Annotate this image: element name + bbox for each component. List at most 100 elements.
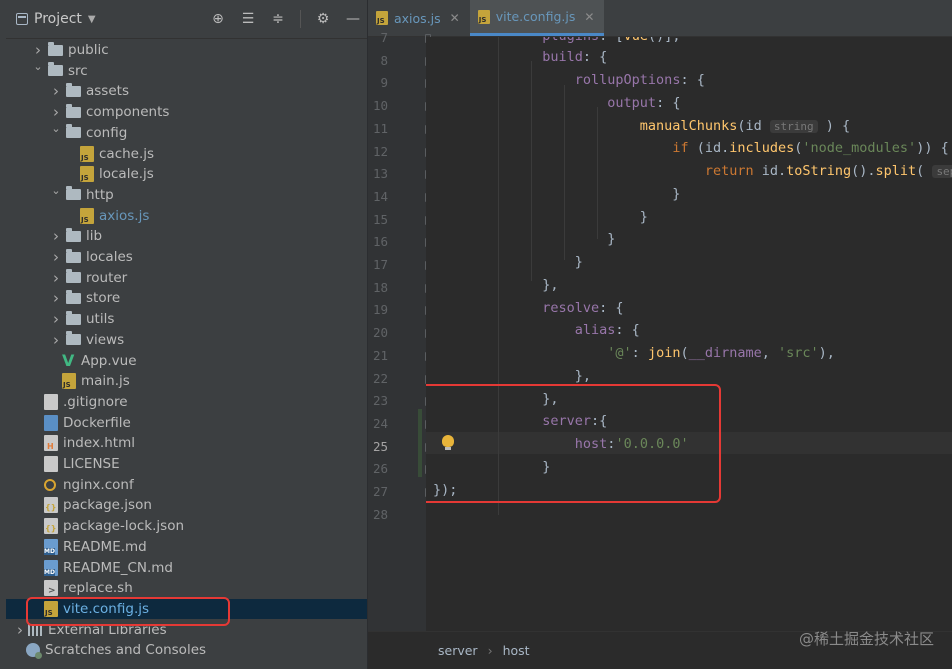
hide-pane-icon[interactable]: — <box>345 11 361 27</box>
watermark-text: @稀土掘金技术社区 <box>798 630 934 648</box>
chevron-right-icon[interactable]: › <box>50 103 62 121</box>
chevron-down-icon[interactable]: ⌄ <box>50 184 62 197</box>
tree-item[interactable]: › assets <box>6 81 367 101</box>
folder-icon <box>66 269 81 284</box>
tree-item-label: package.json <box>63 497 152 514</box>
tree-item-label: main.js <box>81 373 130 390</box>
tree-item[interactable]: › External Libraries <box>6 620 367 640</box>
tree-item[interactable]: › views <box>6 330 367 350</box>
tree-item-label: views <box>86 331 125 348</box>
tree-item-label: README_CN.md <box>63 559 174 576</box>
tree-item[interactable]: › public <box>6 40 367 60</box>
line-number: 27 <box>372 484 388 499</box>
line-number: 16 <box>372 234 388 250</box>
folder-icon <box>66 248 81 263</box>
breadcrumb-item-host[interactable]: host <box>503 643 530 658</box>
tree-item[interactable]: axios.js <box>6 206 367 226</box>
tree-item[interactable]: › lib <box>6 226 367 246</box>
scratches-icon <box>26 643 42 660</box>
chevron-right-icon[interactable]: › <box>50 310 62 328</box>
chevron-right-icon[interactable]: › <box>50 269 62 287</box>
tree-item-label: src <box>68 62 88 79</box>
tree-item-label: http <box>86 186 114 203</box>
tree-item[interactable]: replace.sh <box>6 578 367 598</box>
chevron-right-icon: › <box>487 643 493 658</box>
library-icon <box>28 623 44 636</box>
tree-item[interactable]: cache.js <box>6 144 367 164</box>
tree-item[interactable]: › store <box>6 288 367 308</box>
chevron-right-icon[interactable]: › <box>32 41 44 59</box>
line-number: 19 <box>372 302 388 318</box>
code-line-21: '@': join(__dirname, 'src'), <box>607 345 835 361</box>
text-file-icon <box>44 456 58 472</box>
tree-item[interactable]: README.md <box>6 537 367 557</box>
chevron-right-icon[interactable]: › <box>50 82 62 100</box>
tree-item-label: External Libraries <box>48 621 167 638</box>
breadcrumb: server › host <box>438 643 530 658</box>
line-number: 24 <box>372 415 388 431</box>
gear-icon[interactable]: ⚙ <box>315 11 331 27</box>
tree-item[interactable]: ⌄ http <box>6 184 367 205</box>
chevron-down-icon[interactable]: ⌄ <box>50 122 62 135</box>
type-hint: string <box>769 120 818 133</box>
code-editor[interactable]: plugins: [vue()], build: { rollupOptions… <box>426 37 952 632</box>
close-icon[interactable]: ✕ <box>584 10 594 24</box>
line-number: 20 <box>372 325 388 341</box>
vcs-change-marker[interactable] <box>418 409 422 477</box>
js-file-icon <box>80 166 94 183</box>
chevron-down-icon[interactable]: ⌄ <box>32 60 44 73</box>
tree-item[interactable]: main.js <box>6 371 367 391</box>
tree-item[interactable]: › locales <box>6 247 367 267</box>
tree-item-label: Dockerfile <box>63 414 131 431</box>
line-number: 8 <box>380 52 388 68</box>
line-number-gutter[interactable]: 7 8 9 10 11 12 13 14 15 16 17 18 19 20 21 22 23 24 25 26 27 2… <box>368 30 431 632</box>
docker-file-icon <box>44 414 58 431</box>
collapse-all-icon[interactable]: ≑ <box>270 11 286 27</box>
code-line-17: } <box>526 254 583 270</box>
vue-file-icon: V <box>62 350 75 370</box>
tree-item[interactable]: README_CN.md <box>6 558 367 578</box>
chevron-right-icon[interactable]: › <box>50 227 62 245</box>
tree-item[interactable]: ⌄ src <box>6 60 367 81</box>
tree-item[interactable]: locale.js <box>6 164 367 184</box>
tree-item[interactable]: vite.config.js <box>6 598 367 619</box>
tree-item[interactable]: Scratches and Consoles <box>6 640 367 660</box>
chevron-right-icon[interactable]: › <box>14 621 26 639</box>
config-file-icon <box>44 478 56 491</box>
line-number: 12 <box>372 143 388 159</box>
code-line-14: } <box>526 186 681 202</box>
tree-item[interactable]: package.json <box>6 495 367 515</box>
lightbulb-icon[interactable] <box>442 435 454 450</box>
locate-file-icon[interactable]: ⊕ <box>210 11 226 27</box>
tree-item[interactable]: ⌄ config <box>6 122 367 143</box>
line-number: 10 <box>372 98 388 114</box>
tab-vite-config-js[interactable]: vite.config.js ✕ <box>469 0 605 36</box>
tree-item[interactable]: package-lock.json <box>6 516 367 536</box>
chevron-right-icon[interactable]: › <box>50 248 62 266</box>
tree-item[interactable]: LICENSE <box>6 454 367 474</box>
js-file-icon <box>376 11 388 25</box>
tree-item[interactable]: .gitignore <box>6 392 367 412</box>
tree-item[interactable]: V App.vue <box>6 351 367 371</box>
folder-icon <box>66 124 81 139</box>
close-icon[interactable]: ✕ <box>450 11 460 25</box>
chevron-right-icon[interactable]: › <box>50 289 62 307</box>
project-view-selector[interactable]: Project ▼ <box>16 11 96 27</box>
line-number: 18 <box>372 279 388 295</box>
code-line-11: manualChunks(id string ) { <box>639 118 851 134</box>
expand-all-icon[interactable]: ☰ <box>240 11 256 27</box>
folder-icon <box>66 289 81 304</box>
tree-item[interactable]: index.html <box>6 433 367 453</box>
breadcrumb-item-server[interactable]: server <box>438 643 478 658</box>
tree-item[interactable]: Dockerfile <box>6 413 367 433</box>
tree-item[interactable]: › router <box>6 268 367 288</box>
code-line-23: }, <box>526 391 559 407</box>
code-line-7: plugins: [vue()], <box>526 37 680 44</box>
markdown-file-icon <box>44 538 58 555</box>
tree-item[interactable]: nginx.conf <box>6 475 367 495</box>
chevron-right-icon[interactable]: › <box>50 331 62 349</box>
line-number: 25 <box>372 438 388 454</box>
tree-item[interactable]: › components <box>6 102 367 122</box>
tree-item[interactable]: › utils <box>6 309 367 329</box>
code-line-16: } <box>526 231 616 247</box>
